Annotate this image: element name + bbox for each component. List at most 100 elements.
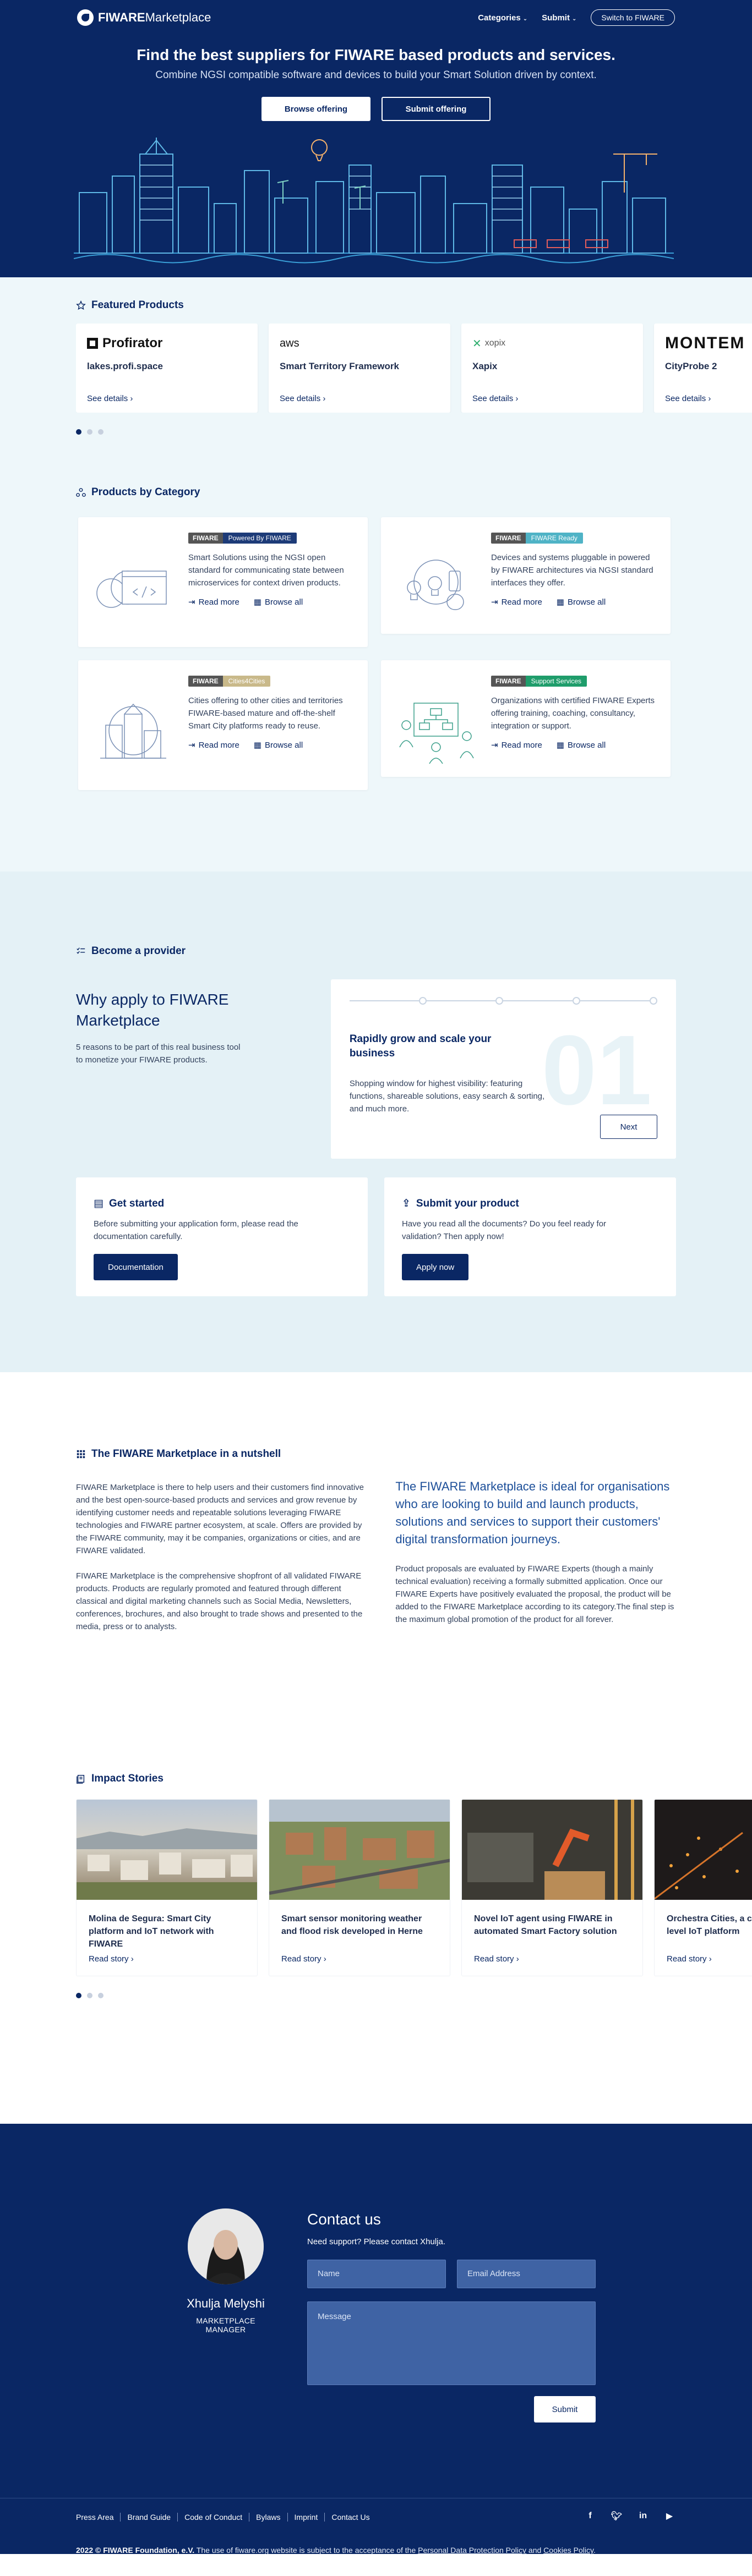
story-card[interactable]: Novel IoT agent using FIWARE in automate… [461, 1799, 643, 1976]
browse-offering-button[interactable]: Browse offering [261, 97, 370, 121]
footer-link-press[interactable]: Press Area [76, 2513, 120, 2522]
pagination-dot[interactable] [76, 429, 81, 435]
footer-link-bylaws[interactable]: Bylaws [249, 2513, 287, 2522]
nav-submit-label: Submit [542, 13, 570, 23]
privacy-policy-link[interactable]: Personal Data Protection Policy [418, 2546, 526, 2555]
chevron-right-icon: › [708, 394, 711, 403]
cookies-policy-link[interactable]: Cookies Policy [543, 2546, 593, 2555]
see-details-link[interactable]: See details › [472, 394, 632, 403]
featured-title-text: Featured Products [91, 299, 184, 311]
read-more-label: Read more [501, 740, 542, 750]
read-story-link[interactable]: Read story › [474, 1954, 630, 1964]
story-title: Molina de Segura: Smart City platform an… [89, 1914, 214, 1949]
badge-left: FIWARE [491, 533, 526, 544]
footer-link-conduct[interactable]: Code of Conduct [177, 2513, 249, 2522]
browse-all-link[interactable]: ▦ Browse all [254, 597, 303, 607]
contact-form: Contact us Need support? Please contact … [307, 2211, 596, 2422]
apply-now-button[interactable]: Apply now [402, 1254, 469, 1280]
read-more-link[interactable]: ⇥ Read more [188, 597, 239, 607]
see-details-label: See details [472, 394, 514, 403]
submit-button[interactable]: Submit [534, 2396, 596, 2422]
pagination-dot[interactable] [76, 1993, 81, 1998]
linkedin-icon[interactable]: in [636, 2509, 650, 2523]
pagination-dot[interactable] [98, 429, 103, 435]
nutshell-paragraph: Product proposals are evaluated by FIWAR… [395, 1564, 674, 1624]
upload-icon: ⇪ [402, 1198, 411, 1209]
documentation-button[interactable]: Documentation [94, 1254, 178, 1280]
read-story-link[interactable]: Read story › [667, 1954, 752, 1964]
read-story-link[interactable]: Read story › [281, 1954, 438, 1964]
featured-card[interactable]: aws Smart Territory Framework See detail… [269, 324, 450, 413]
footer-link-imprint[interactable]: Imprint [287, 2513, 325, 2522]
hero-section: FIWAREMarketplace Categories ⌄ Submit ⌄ Sw… [0, 0, 752, 277]
read-more-link[interactable]: ⇥ Read more [491, 740, 542, 750]
step-dot[interactable] [418, 997, 427, 1005]
devices-illustration [407, 560, 464, 610]
category-card-support: FIWARE Support Services Organizations wit… [381, 660, 671, 777]
footer-link-contact[interactable]: Contact Us [324, 2513, 376, 2522]
fiware-marketplace-logo[interactable]: FIWAREMarketplace [77, 9, 211, 26]
browse-all-link[interactable]: ▦ Browse all [254, 740, 303, 750]
submit-offering-button[interactable]: Submit offering [382, 97, 491, 121]
youtube-icon[interactable]: ▶ [663, 2509, 676, 2523]
nav-categories[interactable]: Categories ⌄ [478, 13, 527, 23]
see-details-link[interactable]: See details › [280, 394, 439, 403]
get-started-title: Get started [108, 1197, 165, 1209]
pagination-dot[interactable] [87, 429, 92, 435]
top-bar: FIWAREMarketplace Categories ⌄ Submit ⌄ Sw… [0, 0, 752, 35]
read-more-link[interactable]: ⇥ Read more [491, 597, 542, 607]
read-story-label: Read story [474, 1954, 514, 1964]
provider-title: Become a provider [76, 945, 676, 957]
twitter-icon[interactable]: 🐦︎ [610, 2509, 623, 2523]
category-description: Cities offering to other cities and terr… [188, 696, 343, 731]
read-more-link[interactable]: ⇥ Read more [188, 740, 239, 750]
contact-title: Contact us [307, 2211, 381, 2228]
contact-person: Xhulja Melyshi MARKETPLACE MANAGER [182, 2208, 270, 2334]
step-dot[interactable] [495, 997, 504, 1005]
browse-all-link[interactable]: ▦ Browse all [557, 597, 606, 607]
switch-to-fiware-button[interactable]: Switch to FIWARE [591, 9, 675, 26]
stories-carousel: Molina de Segura: Smart City platform an… [76, 1799, 752, 1976]
story-card[interactable]: Smart sensor monitoring weather and floo… [269, 1799, 450, 1976]
story-card[interactable]: Molina de Segura: Smart City platform an… [76, 1799, 258, 1976]
badge-left: FIWARE [491, 676, 526, 687]
read-story-label: Read story [667, 1954, 707, 1964]
chevron-right-icon: › [709, 1954, 712, 1964]
footer-link-brand[interactable]: Brand Guide [120, 2513, 177, 2522]
nutshell-title-text: The FIWARE Marketplace in a nutshell [91, 1448, 281, 1460]
chevron-down-icon: ⌄ [522, 15, 528, 22]
story-card[interactable]: Orchestra Cities, a co-creation multi le… [654, 1799, 752, 1976]
badge-right: Cities4Cities [222, 676, 271, 687]
why-apply: Why apply to FIWARE Marketplace 5 reason… [76, 979, 248, 1159]
browse-all-link[interactable]: ▦ Browse all [557, 740, 606, 750]
step-number: 01 [541, 1015, 652, 1126]
next-button[interactable]: Next [600, 1115, 657, 1139]
pagination-dot[interactable] [87, 1993, 92, 1998]
story-title: Novel IoT agent using FIWARE in automate… [474, 1914, 617, 1936]
read-story-link[interactable]: Read story › [89, 1954, 245, 1964]
hero-subtitle: Combine NGSI compatible software and dev… [155, 69, 597, 81]
message-field[interactable]: Message [307, 2301, 596, 2385]
grid-icon: ▦ [253, 741, 261, 750]
submit-product-title: Submit your product [416, 1197, 519, 1209]
featured-card[interactable]: Profirator lakes.profi.space See details… [76, 324, 258, 413]
profirator-logo: Profirator [87, 333, 247, 353]
facebook-icon[interactable]: f [584, 2509, 597, 2523]
featured-card[interactable]: ✕ xopix Xapix See details › [461, 324, 643, 413]
step-dot[interactable] [650, 997, 658, 1005]
see-details-label: See details [665, 394, 706, 403]
nav-submit[interactable]: Submit ⌄ [542, 13, 576, 23]
pagination-dot[interactable] [98, 1993, 103, 1998]
name-field[interactable]: Name [307, 2260, 446, 2288]
contact-person-role: MARKETPLACE MANAGER [196, 2316, 255, 2334]
email-field[interactable]: Email Address [457, 2260, 596, 2288]
impact-title: Impact Stories [76, 1773, 752, 1785]
see-details-link[interactable]: See details › [87, 394, 247, 403]
reasons-carousel: 01 Rapidly grow and scale your business … [330, 979, 676, 1159]
molina-photo [77, 1800, 257, 1900]
step-dot[interactable] [573, 997, 581, 1005]
see-details-link[interactable]: See details › [665, 394, 752, 403]
badge-right: Support Services [525, 676, 587, 687]
profirator-mark-icon [87, 338, 98, 349]
featured-card[interactable]: MONTEM CityProbe 2 See details › [654, 324, 752, 413]
